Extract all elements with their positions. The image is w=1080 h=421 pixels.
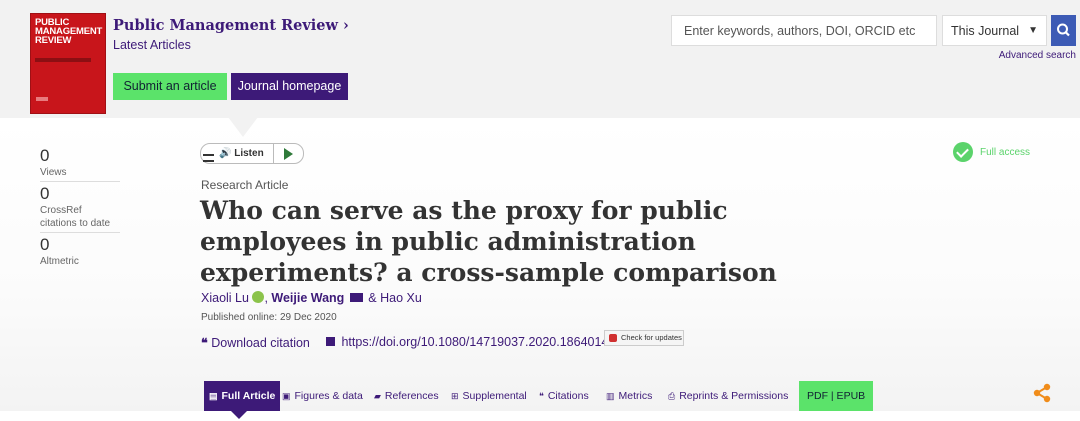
search-icon: [1057, 23, 1070, 37]
quote-icon: ❝: [201, 336, 208, 350]
crossmark-icon: [609, 334, 617, 342]
journal-homepage-button[interactable]: Journal homepage: [231, 73, 348, 100]
submit-article-button[interactable]: Submit an article: [113, 73, 227, 100]
tab-citations[interactable]: ❝ Citations: [539, 381, 589, 411]
check-updates-label: Check for updates: [621, 333, 682, 342]
envelope-icon[interactable]: [349, 293, 363, 302]
author-link[interactable]: & Hao Xu: [368, 291, 422, 305]
author-list: Xiaoli Lu , Weijie Wang & Hao Xu: [201, 291, 422, 305]
download-citation-link[interactable]: ❝ Download citation: [201, 335, 310, 350]
player-divider: [273, 144, 274, 163]
access-label: Full access: [980, 147, 1031, 158]
tab-full-article[interactable]: ▤ Full Article: [204, 381, 281, 411]
metric-value: 0: [40, 235, 50, 254]
listen-player[interactable]: 🔊 Listen: [200, 143, 304, 164]
quote-icon: ❝: [539, 391, 544, 401]
search-input[interactable]: Enter keywords, authors, DOI, ORCID etc: [671, 15, 937, 46]
tab-metrics[interactable]: ▥ Metrics: [606, 381, 652, 411]
advanced-search-link[interactable]: Advanced search: [999, 50, 1076, 61]
journal-title-link[interactable]: Public Management Review ›: [113, 17, 349, 34]
download-citation-label: Download citation: [211, 336, 310, 350]
document-icon: ▤: [209, 391, 218, 401]
chevron-down-icon: ▼: [1028, 25, 1038, 36]
tab-figures[interactable]: ▣ Figures & data: [282, 381, 363, 411]
header-pointer: [228, 117, 258, 137]
article-metrics: 0 Views 0 CrossRef citations to date 0 A…: [40, 146, 120, 272]
search-scope-select[interactable]: This Journal ▼: [942, 15, 1047, 46]
share-icon[interactable]: [1031, 382, 1053, 404]
metric-label: CrossRef citations to date: [40, 205, 111, 229]
author-link[interactable]: Weijie Wang: [271, 291, 344, 305]
search-scope-value: This Journal: [951, 24, 1020, 38]
metric-views: 0 Views: [40, 146, 120, 182]
listen-label: 🔊 Listen: [219, 148, 264, 159]
book-icon: ▰: [374, 391, 381, 401]
external-link-icon: [326, 337, 335, 346]
plus-icon: ⊞: [451, 391, 459, 401]
play-icon[interactable]: [284, 148, 293, 160]
active-tab-pointer: [231, 411, 247, 419]
tab-supplemental[interactable]: ⊞ Supplemental: [451, 381, 527, 411]
print-icon: ⎙: [668, 391, 676, 401]
image-icon: ▣: [282, 391, 291, 401]
check-for-updates-button[interactable]: Check for updates: [604, 330, 684, 346]
metric-label: Altmetric: [40, 256, 79, 267]
publisher-logo-icon: [36, 97, 48, 101]
metric-label: Views: [40, 167, 67, 178]
cover-band: [35, 58, 91, 62]
doi-link[interactable]: https://doi.org/10.1080/14719037.2020.18…: [326, 335, 608, 349]
tab-pdf-epub[interactable]: PDF | EPUB: [799, 381, 874, 411]
tab-reprints[interactable]: ⎙ Reprints & Permissions: [668, 381, 788, 411]
metric-value: 0: [40, 146, 50, 165]
checkmark-icon: [953, 142, 973, 162]
metric-crossref: 0 CrossRef citations to date: [40, 184, 120, 233]
latest-articles-link[interactable]: Latest Articles: [113, 38, 191, 52]
article-title: Who can serve as the proxy for public em…: [200, 196, 777, 287]
orcid-icon[interactable]: [252, 291, 265, 303]
metric-value: 0: [40, 184, 50, 203]
tab-references[interactable]: ▰ References: [374, 381, 439, 411]
author-link[interactable]: Xiaoli Lu: [201, 291, 249, 305]
bar-chart-icon: ▥: [606, 391, 615, 401]
cover-title: PUBLIC MANAGEMENT REVIEW: [35, 17, 103, 46]
published-date: Published online: 29 Dec 2020: [201, 312, 337, 323]
metric-altmetric: 0 Altmetric: [40, 235, 120, 270]
article-type: Research Article: [201, 178, 289, 192]
doi-text: https://doi.org/10.1080/14719037.2020.18…: [341, 335, 609, 349]
menu-icon[interactable]: [203, 154, 214, 162]
search-button[interactable]: [1051, 15, 1076, 46]
journal-cover[interactable]: PUBLIC MANAGEMENT REVIEW: [31, 14, 105, 113]
